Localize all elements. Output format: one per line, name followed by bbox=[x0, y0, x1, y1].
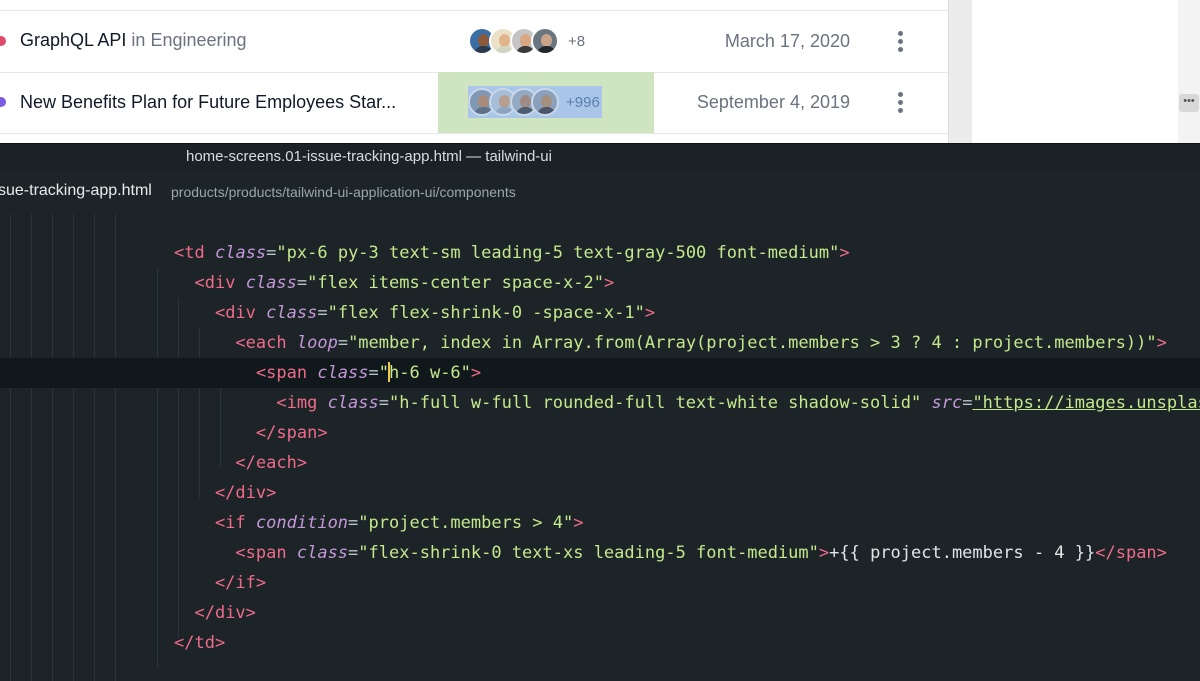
team-prefix: in bbox=[131, 30, 146, 50]
code-line[interactable]: <div class="flex flex-shrink-0 -space-x-… bbox=[0, 298, 1200, 328]
scrollbar[interactable] bbox=[1178, 0, 1200, 143]
browser-preview: GraphQL API in Engineering +8 March 17, … bbox=[0, 0, 1200, 143]
project-name-cell[interactable]: GraphQL API in Engineering bbox=[20, 30, 247, 51]
editor-titlebar: home-screens.01-issue-tracking-app.html … bbox=[0, 143, 1200, 171]
row-menu-icon[interactable] bbox=[896, 92, 904, 118]
code-line[interactable]: <img class="h-full w-full rounded-full t… bbox=[0, 388, 1200, 418]
avatar-group[interactable]: +8 bbox=[468, 25, 585, 57]
code-line[interactable]: <td class="px-6 py-3 text-sm leading-5 t… bbox=[0, 238, 1200, 268]
window-title: home-screens.01-issue-tracking-app.html … bbox=[186, 148, 552, 165]
code-line-current[interactable]: <span class="h-6 w-6"> bbox=[0, 358, 1200, 388]
side-panel bbox=[972, 0, 1178, 143]
avatar-group[interactable]: +996 bbox=[468, 86, 602, 118]
members-cell-selected: +996 bbox=[438, 72, 654, 133]
last-updated-date: March 17, 2020 bbox=[724, 31, 850, 51]
code-editor[interactable]: <td class="px-6 py-3 text-sm leading-5 t… bbox=[0, 214, 1200, 681]
extra-members-count: +996 bbox=[566, 93, 600, 111]
code-line[interactable]: </span> bbox=[0, 418, 1200, 448]
code-line[interactable]: </div> bbox=[0, 478, 1200, 508]
code-line[interactable]: <if condition="project.members > 4"> bbox=[0, 508, 1200, 538]
project-name[interactable]: GraphQL API bbox=[20, 30, 126, 50]
code-line[interactable]: </td> bbox=[0, 628, 1200, 658]
table-row[interactable]: New Benefits Plan for Future Employees S… bbox=[0, 72, 948, 134]
code-line[interactable]: </each> bbox=[0, 448, 1200, 478]
project-color-dot bbox=[0, 97, 6, 107]
tab-file-path: products/products/tailwind-ui-applicatio… bbox=[171, 184, 516, 200]
code-line[interactable]: </if> bbox=[0, 568, 1200, 598]
last-updated-date: September 4, 2019 bbox=[696, 92, 850, 112]
editor-tab-bar: sue-tracking-app.html products/products/… bbox=[0, 170, 1200, 214]
extra-members-count: +8 bbox=[568, 32, 586, 50]
team-name: Engineering bbox=[150, 30, 247, 50]
code-line[interactable]: <div class="flex items-center space-x-2"… bbox=[0, 268, 1200, 298]
avatar bbox=[531, 88, 559, 116]
code-line[interactable]: </div> bbox=[0, 598, 1200, 628]
project-name[interactable]: New Benefits Plan for Future Employees S… bbox=[20, 92, 396, 112]
project-name-cell[interactable]: New Benefits Plan for Future Employees S… bbox=[20, 92, 396, 113]
code-url-link[interactable]: "https://images.unsplas bbox=[972, 393, 1200, 413]
row-menu-icon[interactable] bbox=[896, 31, 904, 57]
code-line[interactable]: <span class="flex-shrink-0 text-xs leadi… bbox=[0, 538, 1200, 568]
table-row[interactable]: GraphQL API in Engineering +8 March 17, … bbox=[0, 11, 948, 73]
project-color-dot bbox=[0, 36, 6, 46]
code-line[interactable]: <each loop="member, index in Array.from(… bbox=[0, 328, 1200, 358]
tab-active-file[interactable]: sue-tracking-app.html bbox=[0, 182, 152, 200]
members-cell: +8 bbox=[438, 11, 654, 72]
more-options-icon[interactable]: ••• bbox=[1179, 94, 1199, 112]
projects-table: GraphQL API in Engineering +8 March 17, … bbox=[0, 0, 949, 143]
avatar bbox=[531, 27, 559, 55]
